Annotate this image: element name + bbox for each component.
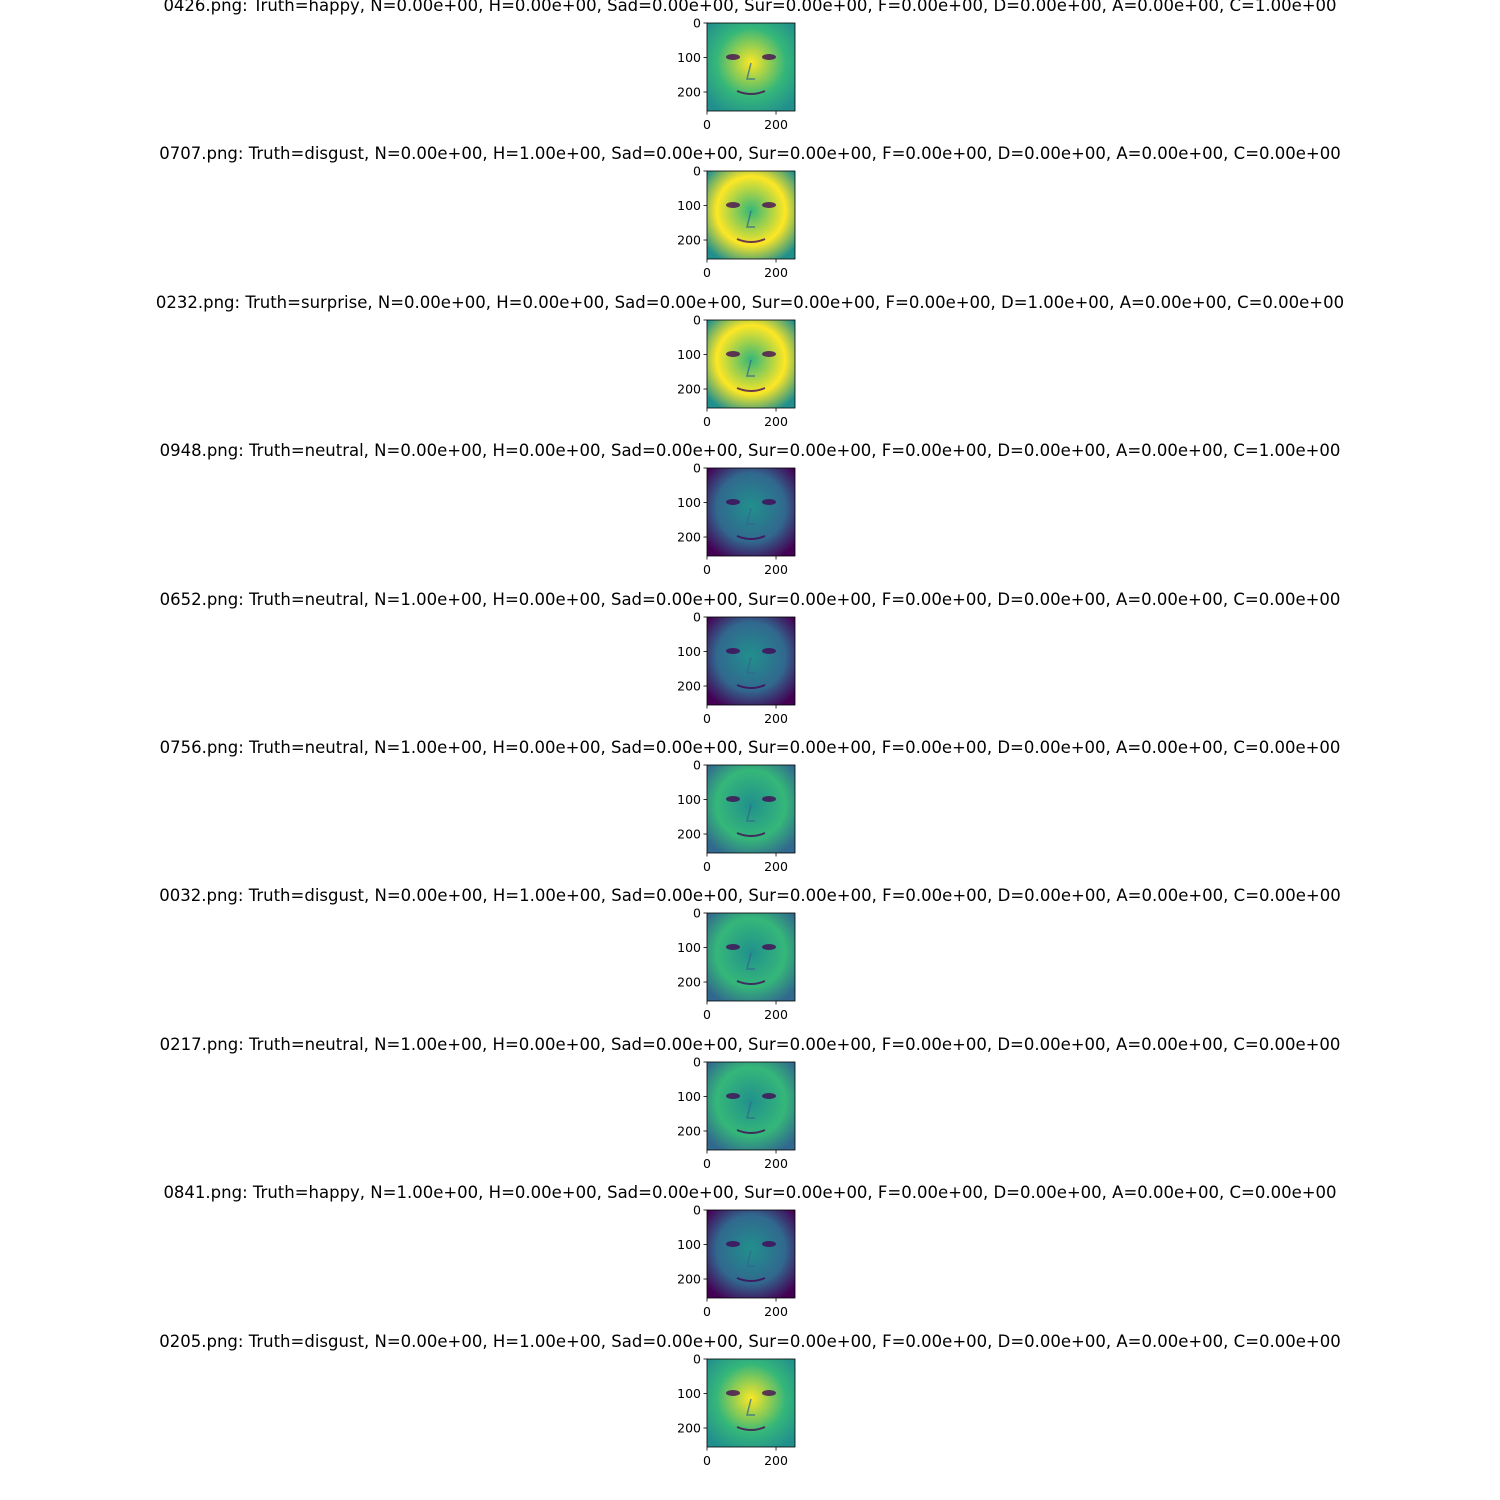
x-tick-label: 0 [703, 265, 711, 280]
x-tick-label: 0 [703, 562, 711, 577]
face-image [707, 319, 795, 408]
image-panel: 0217.png: Truth=neutral, N=1.00e+00, H=0… [0, 1035, 1500, 1187]
face-image [707, 765, 795, 853]
y-tick-label: 100 [677, 644, 701, 659]
y-tick-label: 200 [677, 530, 701, 545]
y-tick-label: 200 [677, 1420, 701, 1435]
panel-title: 0426.png: Truth=happy, N=0.00e+00, H=0.0… [163, 0, 1337, 15]
panel-title: 0652.png: Truth=neutral, N=1.00e+00, H=0… [159, 589, 1341, 609]
image-axes: 0 100 200 0 200 [677, 906, 796, 1022]
y-tick-label: 200 [677, 1123, 701, 1138]
panel-title: 0841.png: Truth=happy, N=1.00e+00, H=0.0… [163, 1183, 1337, 1203]
face-image [707, 23, 795, 111]
x-tick-label: 200 [764, 562, 788, 577]
image-panel: 0707.png: Truth=disgust, N=0.00e+00, H=1… [0, 144, 1500, 296]
y-tick-label: 0 [693, 1351, 701, 1366]
x-tick-label: 0 [703, 117, 711, 132]
image-axes: 0 100 200 0 200 [677, 16, 796, 132]
x-tick-label: 200 [764, 414, 788, 429]
image-axes: 0 100 200 0 200 [677, 312, 796, 429]
x-tick-label: 0 [703, 414, 711, 429]
y-tick-label: 100 [677, 792, 701, 807]
face-image [707, 171, 795, 260]
face-image [707, 1210, 795, 1299]
panel-title: 0217.png: Truth=neutral, N=1.00e+00, H=0… [159, 1034, 1341, 1054]
x-tick-label: 200 [764, 265, 788, 280]
x-tick-label: 200 [764, 711, 788, 726]
x-tick-label: 0 [703, 711, 711, 726]
face-image [707, 616, 795, 705]
x-tick-label: 200 [764, 1007, 788, 1022]
image-panel: 0841.png: Truth=happy, N=1.00e+00, H=0.0… [0, 1183, 1500, 1335]
x-tick-label: 0 [703, 859, 711, 874]
y-tick-label: 200 [677, 827, 701, 842]
image-axes: 0 100 200 0 200 [677, 164, 796, 280]
image-axes: 0 100 200 0 200 [677, 461, 796, 577]
y-tick-label: 0 [693, 906, 701, 921]
x-tick-label: 0 [703, 1304, 711, 1319]
image-panel: 0652.png: Truth=neutral, N=1.00e+00, H=0… [0, 590, 1500, 742]
image-panel: 0032.png: Truth=disgust, N=0.00e+00, H=1… [0, 886, 1500, 1038]
image-panel: 0948.png: Truth=neutral, N=0.00e+00, H=0… [0, 441, 1500, 593]
image-axes: 0 100 200 0 200 [677, 758, 796, 874]
face-image [707, 913, 795, 1002]
face-image [707, 468, 795, 557]
image-axes: 0 100 200 0 200 [677, 609, 796, 726]
face-image [707, 1358, 795, 1447]
x-tick-label: 200 [764, 1453, 788, 1468]
y-tick-label: 100 [677, 347, 701, 362]
face-image [707, 1061, 795, 1150]
y-tick-label: 100 [677, 198, 701, 213]
y-tick-label: 200 [677, 233, 701, 248]
image-panel: 0426.png: Truth=happy, N=0.00e+00, H=0.0… [0, 0, 1500, 148]
x-tick-label: 0 [703, 1007, 711, 1022]
image-axes: 0 100 200 0 200 [677, 1203, 796, 1319]
image-panel: 0232.png: Truth=surprise, N=0.00e+00, H=… [0, 293, 1500, 445]
y-tick-label: 200 [677, 1272, 701, 1287]
panel-title: 0032.png: Truth=disgust, N=0.00e+00, H=1… [159, 886, 1341, 906]
panel-title: 0756.png: Truth=neutral, N=1.00e+00, H=0… [159, 738, 1341, 757]
panel-title: 0232.png: Truth=surprise, N=0.00e+00, H=… [155, 292, 1345, 312]
y-tick-label: 100 [677, 495, 701, 510]
x-tick-label: 0 [703, 1453, 711, 1468]
image-axes: 0 100 200 0 200 [677, 1351, 796, 1468]
y-tick-label: 0 [693, 1054, 701, 1069]
image-panel: 0205.png: Truth=disgust, N=0.00e+00, H=1… [0, 1332, 1500, 1484]
x-tick-label: 0 [703, 1156, 711, 1171]
panel-title: 0205.png: Truth=disgust, N=0.00e+00, H=1… [159, 1331, 1341, 1351]
image-panel: 0756.png: Truth=neutral, N=1.00e+00, H=0… [0, 738, 1500, 890]
y-tick-label: 200 [677, 381, 701, 396]
y-tick-label: 0 [693, 312, 701, 327]
y-tick-label: 100 [677, 1237, 701, 1252]
panel-title: 0948.png: Truth=neutral, N=0.00e+00, H=0… [159, 441, 1341, 461]
y-tick-label: 100 [677, 940, 701, 955]
y-tick-label: 100 [677, 50, 701, 65]
x-tick-label: 200 [764, 859, 788, 874]
y-tick-label: 0 [693, 1203, 701, 1218]
y-tick-label: 0 [693, 164, 701, 179]
y-tick-label: 200 [677, 85, 701, 100]
image-axes: 0 100 200 0 200 [677, 1054, 796, 1171]
y-tick-label: 0 [693, 609, 701, 624]
x-tick-label: 200 [764, 1156, 788, 1171]
x-tick-label: 200 [764, 117, 788, 132]
y-tick-label: 200 [677, 678, 701, 693]
y-tick-label: 200 [677, 975, 701, 990]
x-tick-label: 200 [764, 1304, 788, 1319]
y-tick-label: 100 [677, 1089, 701, 1104]
y-tick-label: 100 [677, 1386, 701, 1401]
y-tick-label: 0 [693, 758, 701, 773]
panel-title: 0707.png: Truth=disgust, N=0.00e+00, H=1… [159, 144, 1341, 164]
y-tick-label: 0 [693, 461, 701, 476]
y-tick-label: 0 [693, 16, 701, 31]
figure: 0426.png: Truth=happy, N=0.00e+00, H=0.0… [0, 0, 1500, 1500]
